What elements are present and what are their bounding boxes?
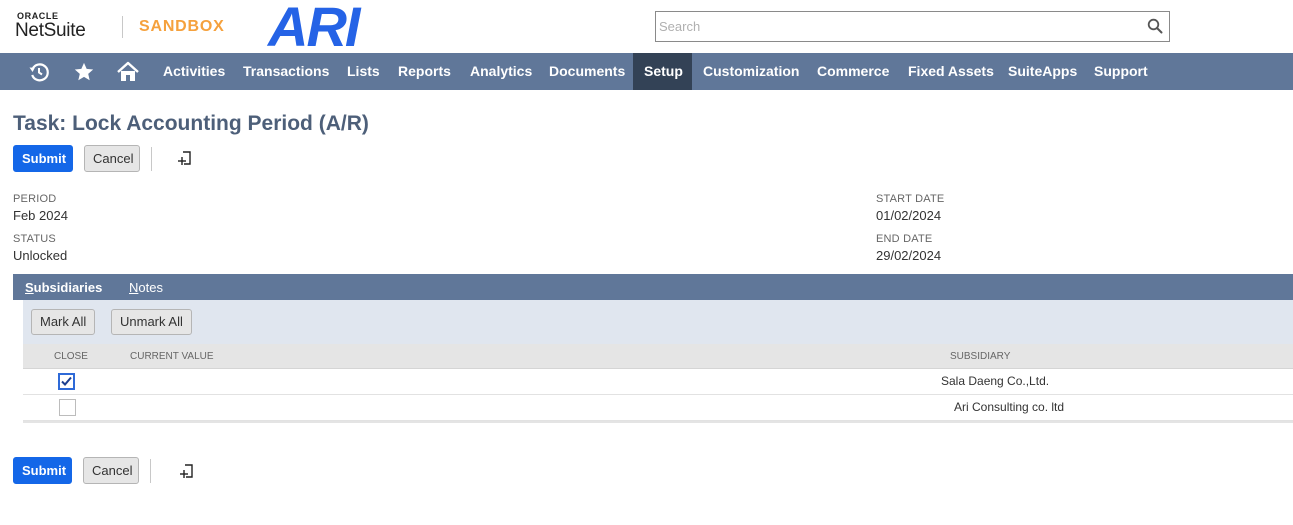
star-icon[interactable] (64, 53, 104, 90)
start-date-value: 01/02/2024 (876, 208, 942, 223)
unmark-all-button[interactable]: Unmark All (111, 309, 192, 335)
status-value: Unlocked (13, 248, 68, 263)
check-icon (61, 376, 72, 386)
end-date-value: 29/02/2024 (876, 248, 942, 263)
subsidiary-cell: Ari Consulting co. ltd (954, 400, 1065, 414)
table-row: Sala Daeng Co.,Ltd. (23, 369, 1293, 395)
nav-fixed-assets[interactable]: Fixed Assets (897, 53, 1005, 90)
col-current-value[interactable]: CURRENT VALUE (130, 351, 214, 362)
toolbar-divider (151, 147, 152, 171)
start-date-label: START DATE (876, 193, 945, 205)
close-checkbox[interactable] (59, 399, 76, 416)
nav-lists[interactable]: Lists (336, 53, 391, 90)
period-label: PERIOD (13, 193, 57, 205)
tab-notes-accesskey: N (129, 280, 139, 295)
nav-commerce[interactable]: Commerce (806, 53, 900, 90)
nav-reports[interactable]: Reports (387, 53, 462, 90)
logo-divider (122, 16, 123, 38)
recent-records-icon[interactable] (19, 53, 59, 90)
cancel-button-bottom[interactable]: Cancel (83, 457, 139, 484)
sublist-action-bar: Mark All Unmark All (23, 300, 1293, 344)
nav-activities[interactable]: Activities (152, 53, 236, 90)
close-checkbox[interactable] (58, 373, 75, 390)
global-search[interactable] (655, 11, 1170, 42)
tab-subsidiaries[interactable]: Subsidiaries (25, 280, 102, 295)
col-subsidiary[interactable]: SUBSIDIARY (950, 351, 1010, 362)
new-record-icon[interactable] (177, 149, 195, 167)
netsuite-logo[interactable]: NetSuite (15, 20, 86, 42)
cancel-button[interactable]: Cancel (84, 145, 140, 172)
col-close[interactable]: CLOSE (54, 351, 88, 362)
search-icon[interactable] (1147, 18, 1163, 34)
subtab-bar: Subsidiaries Notes (13, 274, 1293, 300)
mark-all-button[interactable]: Mark All (31, 309, 96, 335)
tab-subsidiaries-label: ubsidiaries (33, 280, 103, 295)
company-logo: ARI (268, 0, 360, 58)
tab-subsidiaries-accesskey: S (25, 280, 34, 295)
sublist-bottom-border (23, 421, 1293, 423)
top-header: ORACLE NetSuite SANDBOX ARI (0, 0, 1293, 58)
end-date-label: END DATE (876, 233, 933, 245)
submit-button[interactable]: Submit (13, 145, 73, 172)
subsidiary-cell: Sala Daeng Co.,Ltd. (941, 374, 1050, 388)
nav-suiteapps[interactable]: SuiteApps (997, 53, 1088, 90)
status-label: STATUS (13, 233, 56, 245)
home-icon[interactable] (108, 53, 148, 90)
nav-customization[interactable]: Customization (692, 53, 810, 90)
main-nav: Activities Transactions Lists Reports An… (0, 53, 1293, 90)
nav-support[interactable]: Support (1083, 53, 1159, 90)
nav-analytics[interactable]: Analytics (459, 53, 543, 90)
page-title: Task: Lock Accounting Period (A/R) (13, 112, 369, 135)
nav-setup[interactable]: Setup (633, 53, 692, 90)
table-row: Ari Consulting co. ltd (23, 395, 1293, 421)
new-record-icon[interactable] (179, 462, 197, 480)
sandbox-label: SANDBOX (139, 18, 225, 35)
toolbar-divider-bottom (150, 459, 151, 483)
nav-documents[interactable]: Documents (538, 53, 636, 90)
search-input[interactable] (656, 12, 1136, 41)
sublist-header: CLOSE CURRENT VALUE SUBSIDIARY (23, 344, 1293, 369)
submit-button-bottom[interactable]: Submit (13, 457, 72, 484)
tab-notes[interactable]: Notes (129, 280, 163, 295)
nav-transactions[interactable]: Transactions (232, 53, 340, 90)
period-value: Feb 2024 (13, 208, 68, 223)
tab-notes-label: otes (138, 280, 163, 295)
